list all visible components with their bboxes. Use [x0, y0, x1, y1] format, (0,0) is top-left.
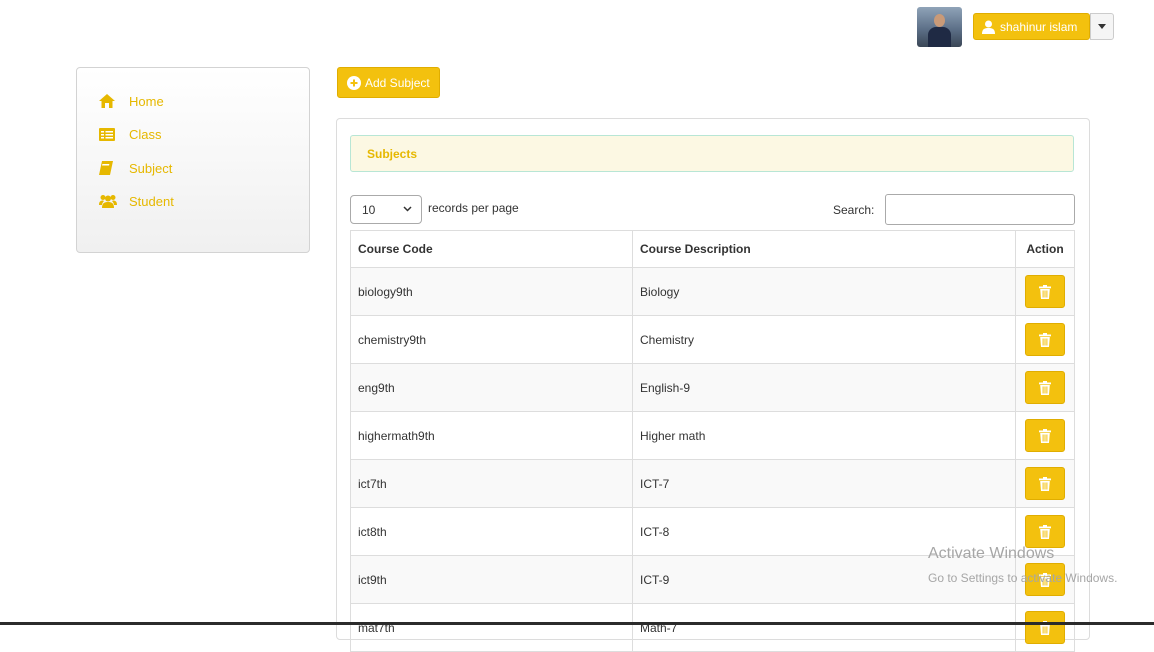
course-code-cell: chemistry9th [350, 315, 633, 364]
course-description-cell: Biology [632, 267, 1016, 316]
user-avatar[interactable] [917, 7, 962, 47]
action-cell [1015, 459, 1075, 508]
delete-button[interactable] [1025, 371, 1065, 404]
course-code-cell: highermath9th [350, 411, 633, 460]
table-row: biology9th Biology [350, 267, 1075, 316]
search-label: Search: [833, 203, 875, 217]
sidebar-item-student[interactable]: Student [99, 191, 174, 211]
sidebar-item-label: Subject [129, 160, 173, 176]
course-description-cell: English-9 [632, 363, 1016, 412]
sidebar: Home Class Subject Student [76, 67, 310, 253]
records-per-page-label: records per page [428, 201, 519, 215]
trash-icon [1039, 428, 1051, 443]
column-header-course-description[interactable]: Course Description [632, 230, 1016, 268]
panel-title: Subjects [367, 146, 418, 161]
action-cell [1015, 603, 1075, 652]
course-code-cell: mat7th [350, 603, 633, 652]
action-cell [1015, 411, 1075, 460]
trash-icon [1039, 284, 1051, 299]
records-per-page-select[interactable]: 10 [350, 195, 422, 224]
records-per-page-value: 10 [362, 202, 376, 217]
avatar-head [934, 14, 945, 27]
avatar-body [928, 27, 951, 47]
table-row: ict7th ICT-7 [350, 459, 1075, 508]
home-icon [99, 94, 121, 108]
delete-button[interactable] [1025, 275, 1065, 308]
course-description-cell: Higher math [632, 411, 1016, 460]
search-input[interactable] [885, 194, 1075, 225]
user-name: shahinur islam [1000, 19, 1078, 34]
action-cell [1015, 363, 1075, 412]
course-code-cell: ict7th [350, 459, 633, 508]
sidebar-item-subject[interactable]: Subject [99, 158, 172, 178]
sidebar-item-label: Student [129, 193, 174, 209]
trash-icon [1039, 332, 1051, 347]
panel-heading: Subjects [350, 135, 1074, 172]
delete-button[interactable] [1025, 467, 1065, 500]
action-cell [1015, 315, 1075, 364]
users-icon [99, 194, 121, 208]
trash-icon [1039, 380, 1051, 395]
delete-button[interactable] [1025, 419, 1065, 452]
user-icon [982, 20, 995, 34]
table-icon [99, 127, 121, 141]
chevron-down-icon [403, 206, 412, 212]
sidebar-item-home[interactable]: Home [99, 91, 164, 111]
column-header-course-code[interactable]: Course Code [350, 230, 633, 268]
table-row: eng9th English-9 [350, 363, 1075, 412]
sidebar-item-class[interactable]: Class [99, 124, 162, 144]
course-code-cell: biology9th [350, 267, 633, 316]
table-row: chemistry9th Chemistry [350, 315, 1075, 364]
table-body: biology9th Biology chemistry9th Chemistry en… [350, 267, 1075, 652]
user-menu-button[interactable]: shahinur islam [973, 13, 1090, 40]
activation-watermark-title: Activate Windows [928, 545, 1055, 562]
activation-watermark-subtitle: Go to Settings to activate Windows. [928, 571, 1118, 585]
table-row: highermath9th Higher math [350, 411, 1075, 460]
trash-icon [1039, 524, 1051, 539]
course-code-cell: ict9th [350, 555, 633, 604]
add-subject-label: Add Subject [365, 75, 430, 90]
course-description-cell: ICT-7 [632, 459, 1016, 508]
delete-button[interactable] [1025, 323, 1065, 356]
course-code-cell: ict8th [350, 507, 633, 556]
user-dropdown-toggle[interactable] [1090, 13, 1114, 40]
table-header-row: Course Code Course Description Action [350, 230, 1075, 268]
add-subject-button[interactable]: Add Subject [337, 67, 440, 98]
plus-circle-icon [347, 75, 361, 90]
course-description-cell: Chemistry [632, 315, 1016, 364]
column-header-action: Action [1015, 230, 1075, 268]
sidebar-item-label: Class [129, 126, 162, 142]
subjects-table: Course Code Course Description Action bi… [350, 230, 1075, 652]
caret-down-icon [1098, 24, 1106, 29]
trash-icon [1039, 476, 1051, 491]
sidebar-item-label: Home [129, 93, 164, 109]
course-code-cell: eng9th [350, 363, 633, 412]
action-cell [1015, 267, 1075, 316]
delete-button[interactable] [1025, 611, 1065, 644]
table-row: mat7th Math-7 [350, 603, 1075, 652]
course-description-cell: Math-7 [632, 603, 1016, 652]
delete-button[interactable] [1025, 515, 1065, 548]
book-icon [99, 161, 121, 175]
